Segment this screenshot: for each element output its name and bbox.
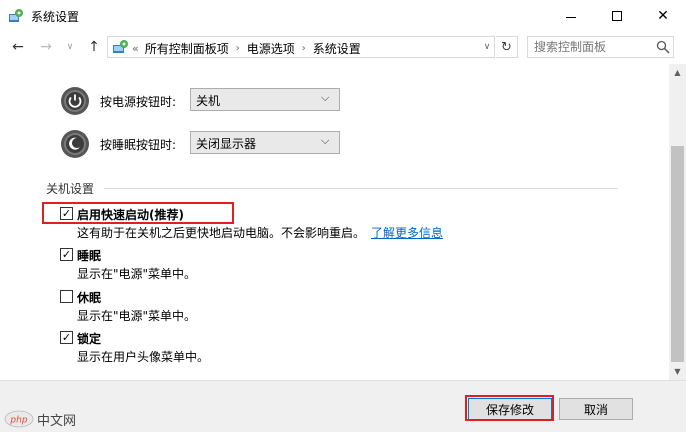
chevron-down-icon: ⌵ bbox=[321, 134, 330, 147]
sleep-description: 显示在"电源"菜单中。 bbox=[77, 267, 197, 281]
minimize-button[interactable] bbox=[548, 0, 594, 32]
search-icon[interactable] bbox=[656, 40, 670, 54]
dialog-footer: 保存修改 取消 bbox=[0, 380, 686, 432]
power-button-label: 按电源按钮时: bbox=[100, 95, 177, 109]
scroll-up-arrow-icon[interactable]: ▲ bbox=[669, 64, 686, 81]
sleep-button-action-select[interactable]: 关闭显示器 ⌵ bbox=[190, 131, 340, 154]
breadcrumb: « 所有控制面板项 › 电源选项 › 系统设置 bbox=[132, 40, 361, 57]
check-icon: ✓ bbox=[61, 248, 72, 261]
watermark: php 中文网 bbox=[4, 409, 76, 429]
power-button-action-value: 关机 bbox=[196, 94, 221, 108]
breadcrumb-separator-icon[interactable]: › bbox=[236, 43, 240, 54]
recent-locations-button[interactable]: ∨ bbox=[60, 38, 80, 56]
back-button[interactable]: ← bbox=[8, 38, 28, 56]
search-input[interactable] bbox=[534, 39, 649, 55]
group-divider bbox=[104, 188, 618, 189]
breadcrumb-item-power-options[interactable]: 电源选项 bbox=[247, 40, 295, 57]
refresh-icon: ↻ bbox=[501, 39, 512, 55]
check-icon: ✓ bbox=[61, 207, 72, 220]
address-bar[interactable]: « 所有控制面板项 › 电源选项 › 系统设置 bbox=[107, 36, 495, 58]
search-box[interactable] bbox=[527, 36, 674, 58]
address-dropdown-button[interactable]: ∨ bbox=[480, 36, 494, 58]
lock-description: 显示在用户头像菜单中。 bbox=[77, 350, 210, 364]
control-panel-app-icon bbox=[9, 9, 23, 22]
minimize-icon bbox=[566, 16, 576, 18]
power-icon bbox=[61, 87, 89, 115]
sleep-button-row: 按睡眠按钮时: 关闭显示器 ⌵ bbox=[60, 127, 340, 161]
maximize-button[interactable] bbox=[594, 0, 640, 32]
refresh-button[interactable]: ↻ bbox=[496, 36, 518, 58]
learn-more-link[interactable]: 了解更多信息 bbox=[371, 226, 443, 240]
navigation-bar: ← → ∨ ↑ « 所有控制面板项 › 电源选项 › 系统设置 ∨ ↻ bbox=[0, 32, 686, 62]
close-button[interactable]: ✕ bbox=[640, 0, 686, 32]
svg-text:php: php bbox=[9, 416, 27, 426]
forward-button[interactable]: → bbox=[36, 38, 56, 56]
hibernate-description: 显示在"电源"菜单中。 bbox=[77, 309, 197, 323]
scroll-down-arrow-icon[interactable]: ▼ bbox=[669, 363, 686, 380]
main-content: 按电源按钮时: 关机 ⌵ 按睡眠按钮时: 关闭显示器 ⌵ 关机设置 ✓ 启用快速… bbox=[0, 64, 669, 380]
lock-checkbox[interactable]: ✓ bbox=[60, 331, 73, 344]
hibernate-label[interactable]: 休眠 bbox=[77, 289, 101, 306]
save-button-highlight-box bbox=[465, 395, 554, 421]
sleep-label[interactable]: 睡眠 bbox=[77, 247, 101, 264]
shutdown-settings-group-label: 关机设置 bbox=[46, 182, 95, 196]
cancel-button[interactable]: 取消 bbox=[559, 398, 633, 420]
window-title: 系统设置 bbox=[31, 10, 80, 24]
control-panel-icon bbox=[113, 40, 128, 53]
sleep-checkbox[interactable]: ✓ bbox=[60, 248, 73, 261]
sleep-icon bbox=[61, 130, 89, 158]
breadcrumb-overflow-icon[interactable]: « bbox=[132, 42, 139, 55]
scrollbar-thumb[interactable] bbox=[671, 146, 684, 362]
check-icon: ✓ bbox=[61, 331, 72, 344]
chevron-down-icon: ⌵ bbox=[321, 91, 330, 104]
hibernate-checkbox[interactable] bbox=[60, 290, 73, 303]
php-logo-icon: php bbox=[4, 410, 34, 428]
chevron-down-icon: ∨ bbox=[66, 42, 74, 52]
power-button-row: 按电源按钮时: 关机 ⌵ bbox=[60, 84, 340, 118]
fast-startup-checkbox[interactable]: ✓ bbox=[60, 207, 73, 220]
breadcrumb-separator-icon[interactable]: › bbox=[302, 43, 306, 54]
lock-label[interactable]: 锁定 bbox=[77, 330, 101, 347]
fast-startup-description: 这有助于在关机之后更快地启动电脑。不会影响重启。 了解更多信息 bbox=[77, 224, 443, 241]
up-button[interactable]: ↑ bbox=[84, 38, 104, 56]
chevron-down-icon: ∨ bbox=[483, 42, 491, 52]
breadcrumb-item-system-settings[interactable]: 系统设置 bbox=[313, 40, 361, 57]
forward-arrow-icon: → bbox=[40, 39, 52, 55]
maximize-icon bbox=[612, 11, 622, 21]
back-arrow-icon: ← bbox=[12, 39, 24, 55]
up-arrow-icon: ↑ bbox=[88, 39, 100, 55]
watermark-text: 中文网 bbox=[37, 413, 77, 429]
breadcrumb-item-all-control-panel-items[interactable]: 所有控制面板项 bbox=[145, 40, 229, 57]
fast-startup-label[interactable]: 启用快速启动(推荐) bbox=[77, 206, 184, 223]
vertical-scrollbar[interactable]: ▲ ▼ bbox=[669, 64, 686, 380]
power-button-action-select[interactable]: 关机 ⌵ bbox=[190, 88, 340, 111]
sleep-button-label: 按睡眠按钮时: bbox=[100, 138, 177, 152]
fast-startup-description-text: 这有助于在关机之后更快地启动电脑。不会影响重启。 bbox=[77, 226, 366, 240]
close-icon: ✕ bbox=[657, 8, 669, 24]
title-bar: 系统设置 ✕ bbox=[0, 0, 686, 32]
sleep-button-action-value: 关闭显示器 bbox=[196, 137, 257, 151]
